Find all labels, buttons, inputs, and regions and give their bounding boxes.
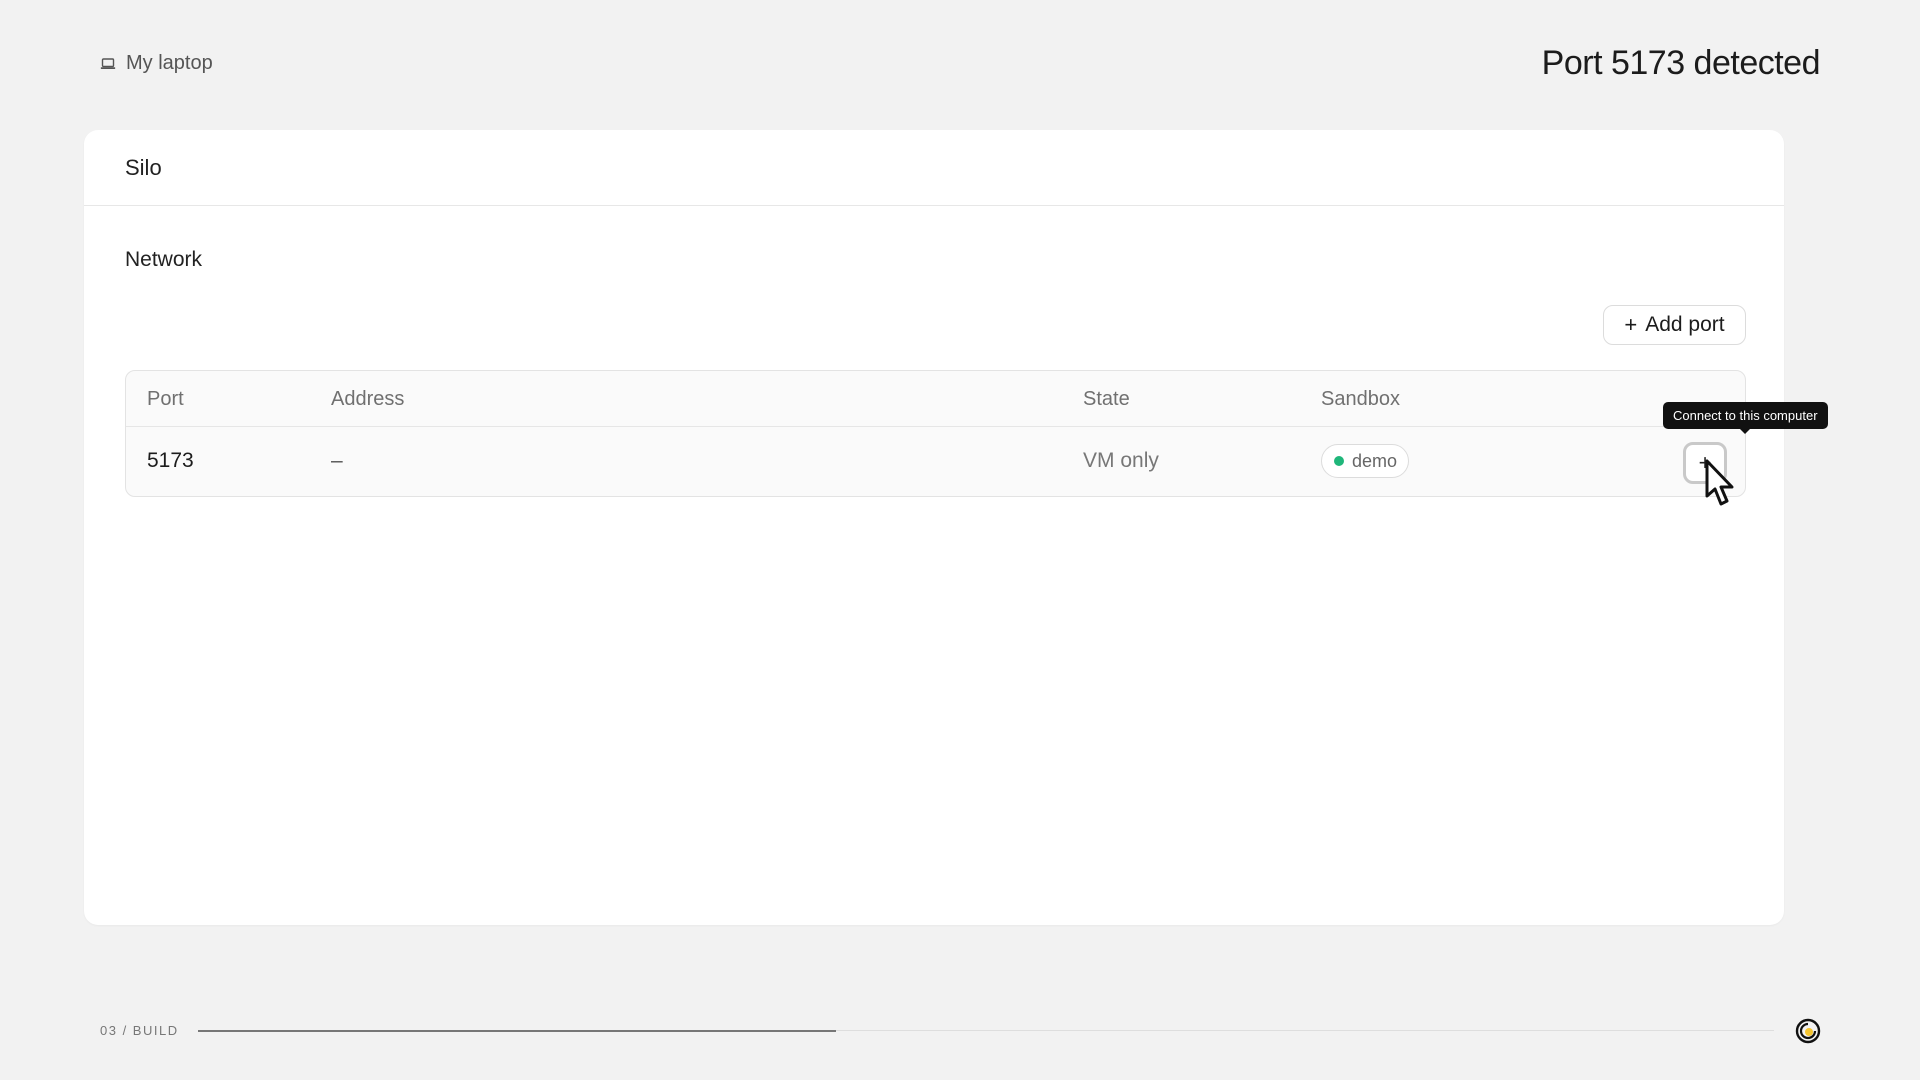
sandbox-name: demo [1352, 450, 1398, 471]
table-row: 5173 – VM only demo Connect to this comp… [126, 402, 1828, 497]
sandbox-badge[interactable]: demo [1321, 444, 1410, 478]
cell-port: 5173 [147, 449, 194, 472]
cell-state: VM only [1083, 449, 1159, 472]
page-headline: Port 5173 detected [1541, 44, 1821, 82]
table-header: Port Address State Sandbox [126, 371, 1745, 427]
device-label: My laptop [126, 52, 213, 74]
silo-card: Silo Network + Add port Port Address Sta… [84, 130, 1828, 925]
column-header-state: State [1083, 388, 1130, 410]
column-header-address: Address [331, 388, 405, 410]
card-title: Silo [125, 154, 162, 180]
cell-address: – [331, 449, 343, 472]
section-title-network: Network [125, 248, 203, 271]
section-progress-label: 03 / BUILD [100, 1023, 179, 1038]
plus-icon: + [1624, 312, 1638, 337]
brand-logo-icon [1795, 1018, 1821, 1044]
laptop-icon [100, 57, 116, 69]
device-indicator: My laptop [100, 52, 213, 75]
column-header-port: Port [147, 388, 184, 410]
column-header-sandbox: Sandbox [1321, 388, 1400, 410]
ports-table: Port Address State Sandbox 5173 – VM onl… [125, 370, 1828, 497]
progress-track [198, 1030, 1774, 1032]
card-header: Silo [84, 130, 1784, 206]
status-dot-icon [1334, 456, 1344, 466]
add-port-button[interactable]: + Add port [1603, 305, 1746, 345]
connect-tooltip: Connect to this computer [1663, 402, 1828, 434]
progress-fill [198, 1030, 837, 1032]
add-port-label: Add port [1645, 313, 1725, 336]
mouse-pointer-icon [1705, 459, 1734, 506]
